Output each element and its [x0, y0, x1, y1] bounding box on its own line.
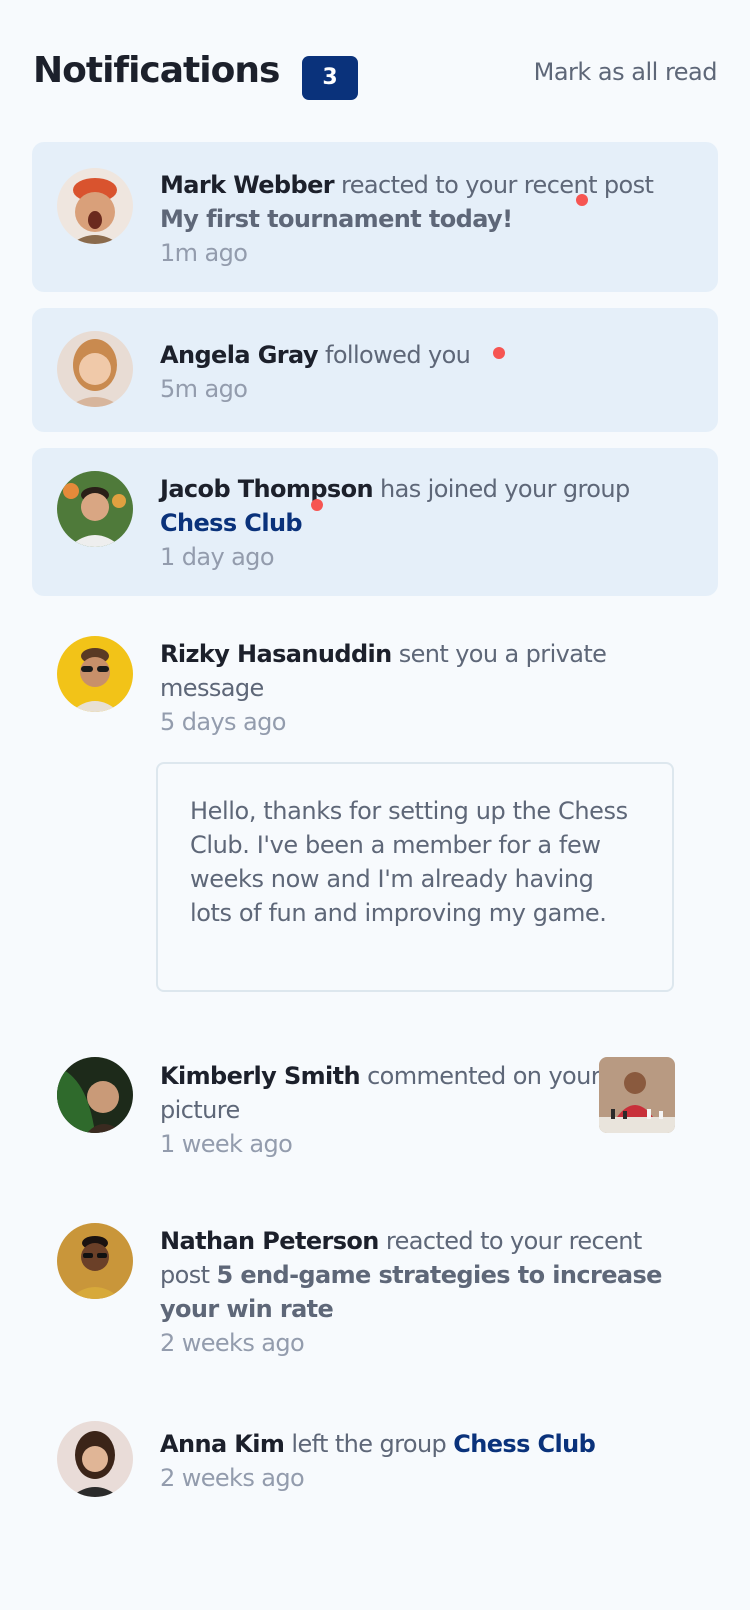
notification-time: 1 day ago — [160, 543, 275, 571]
notification-author[interactable]: Jacob Thompson — [160, 475, 374, 503]
notification-author[interactable]: Nathan Peterson — [160, 1227, 379, 1255]
notification-time: 5 days ago — [160, 708, 286, 736]
notification-author[interactable]: Angela Gray — [160, 341, 319, 369]
notification-item[interactable]: Nathan Peterson reacted to your recent p… — [32, 1196, 718, 1376]
notification-author[interactable]: Rizky Hasanuddin — [160, 640, 392, 668]
avatar[interactable] — [57, 1057, 133, 1133]
notification-time: 1m ago — [160, 239, 248, 267]
unread-count-badge: 3 — [302, 56, 358, 100]
notification-action: followed you — [324, 341, 471, 369]
mark-all-read-button[interactable]: Mark as all read — [534, 58, 718, 86]
unread-dot-icon — [311, 499, 323, 511]
unread-dot-icon — [493, 347, 505, 359]
notification-group-link[interactable]: Chess Club — [160, 509, 303, 537]
avatar[interactable] — [57, 636, 133, 712]
notification-time: 2 weeks ago — [160, 1329, 305, 1357]
notification-group-link[interactable]: Chess Club — [453, 1430, 596, 1458]
notification-item[interactable]: Angela Gray followed you 5m ago — [32, 308, 718, 432]
avatar[interactable] — [57, 471, 133, 547]
notification-item[interactable]: Anna Kim left the group Chess Club 2 wee… — [32, 1396, 718, 1526]
notification-author[interactable]: Kimberly Smith — [160, 1062, 361, 1090]
notification-post-link[interactable]: My first tournament today! — [160, 205, 513, 233]
page-title: Notifications — [33, 50, 280, 91]
avatar[interactable] — [57, 168, 133, 244]
notifications-header: Notifications 3 Mark as all read — [33, 50, 718, 102]
notification-time: 5m ago — [160, 375, 248, 403]
notification-action: has joined your group — [380, 475, 630, 503]
notification-author[interactable]: Anna Kim — [160, 1430, 285, 1458]
commented-picture-thumbnail[interactable] — [599, 1057, 675, 1133]
notification-post-link[interactable]: 5 end-game strategies to increase your w… — [160, 1261, 662, 1323]
private-message-preview[interactable]: Hello, thanks for setting up the Chess C… — [156, 762, 674, 992]
avatar[interactable] — [57, 331, 133, 407]
notification-time: 2 weeks ago — [160, 1464, 305, 1492]
notification-item[interactable]: Mark Webber reacted to your recent post … — [32, 142, 718, 292]
avatar[interactable] — [57, 1223, 133, 1299]
notification-action: reacted to your recent post — [341, 171, 654, 199]
notification-action: left the group — [291, 1430, 447, 1458]
notification-author[interactable]: Mark Webber — [160, 171, 335, 199]
notification-time: 1 week ago — [160, 1130, 293, 1158]
unread-dot-icon — [576, 194, 588, 206]
avatar[interactable] — [57, 1421, 133, 1497]
notification-item[interactable]: Jacob Thompson has joined your group Che… — [32, 448, 718, 596]
